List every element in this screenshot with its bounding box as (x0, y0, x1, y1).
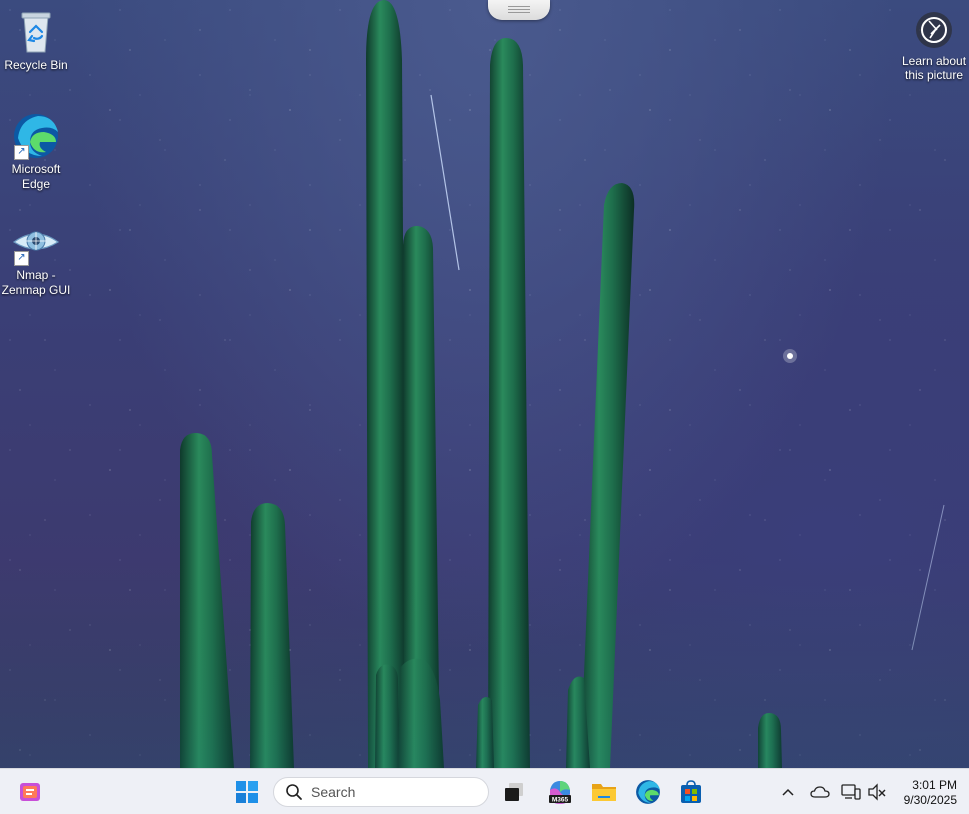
desktop-icon-recycle-bin[interactable]: Recycle Bin (0, 8, 74, 73)
desktop-icon-label: Microsoft Edge (11, 162, 61, 191)
learn-about-this-picture[interactable]: Learn about this picture (901, 12, 967, 82)
volume-muted-icon (868, 783, 886, 801)
widgets-button[interactable] (12, 775, 48, 809)
taskbar: Search M365 3:01 PM 9/30/2025 (0, 768, 969, 814)
store-icon (681, 780, 701, 803)
task-view-icon (505, 783, 523, 801)
learn-about-label: Learn about this picture (901, 54, 967, 82)
meteor-streak (430, 94, 460, 271)
recycle-bin-icon (12, 8, 60, 56)
search-placeholder: Search (311, 784, 356, 800)
taskbar-clock[interactable]: 3:01 PM 9/30/2025 (904, 778, 957, 808)
chevron-up-icon (782, 788, 794, 796)
search-icon (286, 784, 302, 800)
file-explorer-icon (592, 784, 616, 801)
camera-lens-icon (916, 12, 952, 48)
volume-button[interactable] (866, 781, 888, 803)
desktop-icon-label: Recycle Bin (4, 58, 68, 72)
zenmap-icon: ↗ (12, 218, 60, 266)
store-button[interactable] (673, 775, 709, 809)
widgets-icon (20, 783, 40, 801)
clock-time: 3:01 PM (912, 778, 957, 792)
network-icon (841, 784, 861, 800)
desktop-icon-label: Nmap - Zenmap GUI (1, 268, 71, 297)
network-button[interactable] (840, 781, 862, 803)
edge-taskbar-button[interactable] (630, 775, 666, 809)
desktop-icon-microsoft-edge[interactable]: ↗ Microsoft Edge (0, 112, 74, 192)
task-view-button[interactable] (496, 775, 532, 809)
taskbar-search-box[interactable]: Search (273, 777, 489, 807)
start-button[interactable] (229, 775, 265, 809)
start-windows-icon (236, 781, 258, 803)
file-explorer-button[interactable] (586, 775, 622, 809)
onedrive-button[interactable] (809, 781, 831, 803)
onedrive-cloud-icon (810, 786, 830, 798)
m365-copilot-button[interactable]: M365 (542, 775, 578, 809)
desktop-wallpaper: Recycle Bin ↗ Microsoft Edge ↗ Nmap - Ze… (0, 0, 969, 768)
m365-copilot-icon: M365 (549, 781, 571, 804)
cactus-scene (0, 0, 969, 768)
edge-icon (636, 780, 660, 804)
show-hidden-icons-button[interactable] (777, 781, 799, 803)
hidden-toolbar-tab[interactable] (488, 0, 550, 20)
clock-date: 9/30/2025 (903, 793, 957, 807)
m365-badge-text: M365 (552, 797, 569, 804)
edge-icon: ↗ (12, 112, 60, 160)
desktop-icon-zenmap[interactable]: ↗ Nmap - Zenmap GUI (0, 218, 74, 298)
